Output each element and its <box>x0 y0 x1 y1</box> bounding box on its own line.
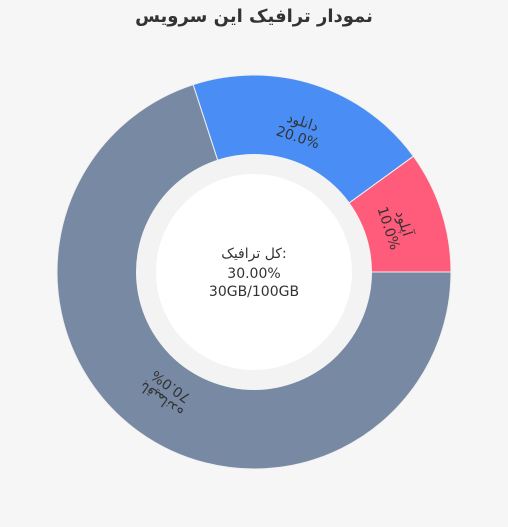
center-percent: 30.00% <box>227 266 280 282</box>
chart-root: نمودار ترافیک این سرویس آپلود 10.0% دانلود… <box>0 0 508 527</box>
center-label: کل ترافیک: <box>221 246 286 262</box>
center-usage: 30GB/100GB <box>209 284 299 300</box>
donut-chart: آپلود10.0%دانلود20.0%باقیمانده70.0% کل ت… <box>56 74 452 470</box>
